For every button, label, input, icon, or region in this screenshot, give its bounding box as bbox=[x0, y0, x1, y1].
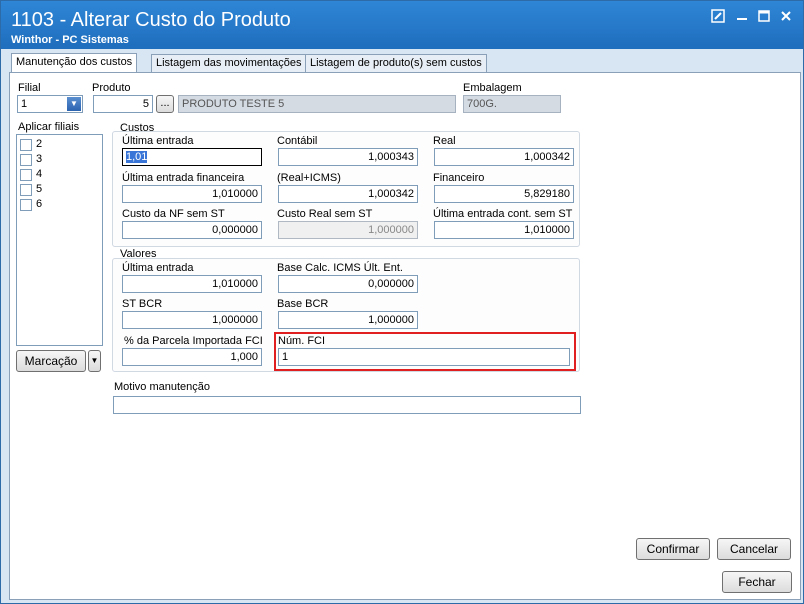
real-icms-label: (Real+ICMS) bbox=[277, 172, 341, 184]
close-icon[interactable] bbox=[777, 9, 795, 27]
tab-manutencao-custos[interactable]: Manutenção dos custos bbox=[11, 53, 138, 72]
motivo-manutencao-field[interactable] bbox=[113, 396, 581, 414]
main-window: 1103 - Alterar Custo do Produto Winthor … bbox=[0, 0, 804, 604]
produto-browse-button[interactable]: ... bbox=[156, 95, 174, 113]
custo-real-sem-st-field: 1,000000 bbox=[278, 221, 418, 239]
valores-ultima-entrada-label: Última entrada bbox=[122, 262, 194, 274]
base-bcr-field[interactable]: 1,000000 bbox=[278, 311, 418, 329]
content-panel: Filial 1 ▼ Produto 5 ... PRODUTO TESTE 5… bbox=[9, 72, 801, 600]
filial-checkbox[interactable] bbox=[20, 169, 32, 181]
embalagem-field: 700G. bbox=[463, 95, 561, 113]
base-calc-icms-field[interactable]: 0,000000 bbox=[278, 275, 418, 293]
parcela-importada-fci-field[interactable]: 1,000 bbox=[122, 348, 262, 366]
financeiro-field[interactable]: 5,829180 bbox=[434, 185, 574, 203]
filial-item-label: 6 bbox=[36, 198, 43, 210]
filial-checkbox[interactable] bbox=[20, 199, 32, 211]
edit-icon[interactable] bbox=[709, 9, 727, 27]
custos-group-label: Custos bbox=[120, 122, 155, 134]
ultima-entrada-cont-field[interactable]: 1,010000 bbox=[434, 221, 574, 239]
produto-label: Produto bbox=[92, 82, 131, 94]
filial-value: 1 bbox=[21, 98, 28, 110]
valores-ultima-entrada-field[interactable]: 1,010000 bbox=[122, 275, 262, 293]
valores-group-label: Valores bbox=[120, 248, 157, 260]
custo-nf-sem-st-field[interactable]: 0,000000 bbox=[122, 221, 262, 239]
ultima-entrada-label: Última entrada bbox=[122, 135, 194, 147]
tab-listagem-sem-custos[interactable]: Listagem de produto(s) sem custos bbox=[305, 54, 487, 72]
st-bcr-field[interactable]: 1,000000 bbox=[122, 311, 262, 329]
motivo-manutencao-label: Motivo manutenção bbox=[114, 381, 210, 393]
base-bcr-label: Base BCR bbox=[277, 298, 329, 310]
window-title: 1103 - Alterar Custo do Produto bbox=[11, 9, 291, 31]
ultima-entrada-cont-label: Última entrada cont. sem ST bbox=[433, 208, 573, 220]
ultima-entrada-field[interactable]: 1,01 bbox=[122, 148, 262, 166]
cancelar-button[interactable]: Cancelar bbox=[717, 538, 791, 560]
filial-checkbox[interactable] bbox=[20, 139, 32, 151]
custo-real-sem-st-label: Custo Real sem ST bbox=[277, 208, 373, 220]
contabil-label: Contábil bbox=[277, 135, 318, 147]
produto-description-field: PRODUTO TESTE 5 bbox=[178, 95, 456, 113]
filial-label: Filial bbox=[18, 82, 41, 94]
ultima-entrada-financeira-label: Última entrada financeira bbox=[122, 172, 245, 184]
custo-nf-sem-st-label: Custo da NF sem ST bbox=[122, 208, 225, 220]
num-fci-field[interactable]: 1 bbox=[278, 348, 570, 366]
filial-checkbox[interactable] bbox=[20, 154, 32, 166]
ultima-entrada-financeira-field[interactable]: 1,010000 bbox=[122, 185, 262, 203]
st-bcr-label: ST BCR bbox=[122, 298, 163, 310]
filial-item-label: 3 bbox=[36, 153, 43, 165]
fechar-button-label: Fechar bbox=[738, 575, 776, 589]
filiais-list[interactable]: 2 3 4 5 6 bbox=[16, 134, 103, 346]
filial-item-label: 4 bbox=[36, 168, 43, 180]
real-icms-field[interactable]: 1,000342 bbox=[278, 185, 418, 203]
cancelar-button-label: Cancelar bbox=[729, 542, 779, 556]
filial-item-label: 2 bbox=[36, 138, 43, 150]
filial-select[interactable]: 1 ▼ bbox=[17, 95, 83, 113]
financeiro-label: Financeiro bbox=[433, 172, 485, 184]
marcacao-dropdown-icon[interactable]: ▼ bbox=[88, 350, 101, 372]
embalagem-label: Embalagem bbox=[463, 82, 522, 94]
real-label: Real bbox=[433, 135, 456, 147]
confirmar-button[interactable]: Confirmar bbox=[636, 538, 710, 560]
ultima-entrada-value: 1,01 bbox=[126, 151, 148, 163]
confirmar-button-label: Confirmar bbox=[646, 542, 700, 556]
minimize-icon[interactable] bbox=[733, 9, 751, 27]
base-calc-icms-label: Base Calc. ICMS Últ. Ent. bbox=[277, 262, 403, 274]
fechar-button[interactable]: Fechar bbox=[722, 571, 792, 593]
num-fci-label: Núm. FCI bbox=[278, 335, 326, 347]
tab-listagem-movimentacoes[interactable]: Listagem das movimentações bbox=[151, 54, 307, 72]
filial-checkbox[interactable] bbox=[20, 184, 32, 196]
window-subtitle: Winthor - PC Sistemas bbox=[11, 34, 129, 46]
filial-item-label: 5 bbox=[36, 183, 43, 195]
produto-code-field[interactable]: 5 bbox=[93, 95, 153, 113]
contabil-field[interactable]: 1,000343 bbox=[278, 148, 418, 166]
maximize-icon[interactable] bbox=[755, 9, 773, 27]
marcacao-button[interactable]: Marcação bbox=[16, 350, 86, 372]
real-field[interactable]: 1,000342 bbox=[434, 148, 574, 166]
parcela-importada-fci-label: % da Parcela Importada FCI bbox=[124, 335, 263, 347]
title-bar: 1103 - Alterar Custo do Produto Winthor … bbox=[1, 1, 803, 49]
aplicar-filiais-label: Aplicar filiais bbox=[18, 121, 80, 133]
chevron-down-icon[interactable]: ▼ bbox=[67, 97, 81, 111]
